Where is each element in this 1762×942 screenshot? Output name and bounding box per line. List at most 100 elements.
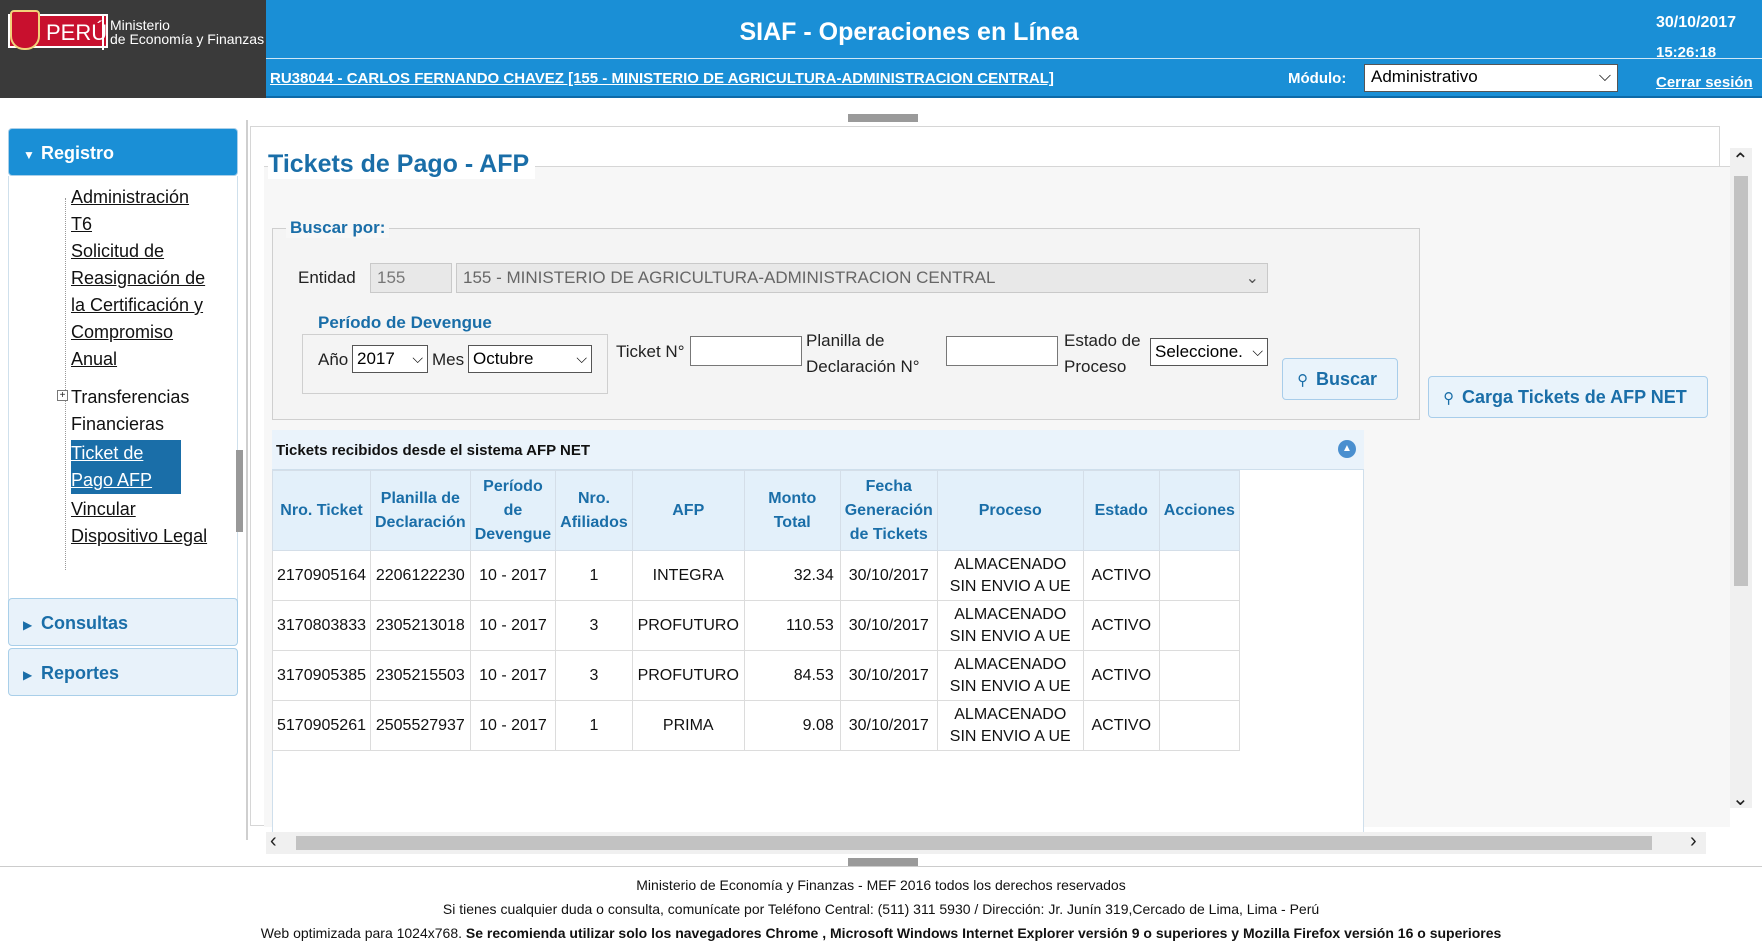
user-info-link[interactable]: RU38044 - CARLOS FERNANDO CHAVEZ [155 - … (270, 70, 1054, 87)
estado-label-line1: Estado de (1064, 331, 1141, 350)
scroll-down-icon[interactable]: ⌄ (1732, 786, 1749, 811)
column-header: AFP (631, 470, 745, 551)
chevron-down-icon: ⌵ (1252, 343, 1263, 359)
ticket-input[interactable] (690, 336, 802, 366)
anio-value: 2017 (357, 349, 395, 368)
estado-label: Estado de Proceso (1064, 328, 1141, 380)
column-header-line: Generación (844, 501, 933, 519)
table-cell[interactable] (1158, 650, 1240, 701)
entidad-label: Entidad (298, 268, 356, 287)
table-cell: ALMACENADO SIN ENVIO A UE (936, 650, 1084, 701)
column-header-line: Acciones (1163, 501, 1235, 519)
left-splitter[interactable] (246, 120, 248, 840)
planilla-label-line1: Planilla de (806, 331, 885, 350)
logo-country: PERÚ (46, 20, 108, 45)
table-cell: 2206122230 (369, 550, 471, 601)
accordion-consultas-label: Consultas (41, 613, 129, 633)
sidebar-scrollbar[interactable] (236, 450, 243, 532)
scroll-up-icon[interactable]: ⌃ (1732, 148, 1749, 173)
table-cell: 30/10/2017 (839, 700, 938, 751)
column-header-line: Proceso (978, 501, 1042, 519)
footer-line1: Ministerio de Economía y Finanzas - MEF … (636, 877, 1126, 893)
carga-tickets-label: Carga Tickets de AFP NET (1462, 387, 1687, 407)
logo-ministry: Ministerio de Economía y Finanzas (110, 18, 264, 46)
accordion-registro[interactable]: ▼ Registro (8, 128, 238, 176)
table-cell[interactable] (1158, 700, 1240, 751)
table-cell: PROFUTURO (631, 600, 745, 651)
footer-line3-bold: Se recomienda utilizar solo los navegado… (465, 925, 1502, 941)
planilla-input[interactable] (946, 336, 1058, 366)
table-cell: 10 - 2017 (469, 700, 557, 751)
table-cell: 2170905164 (272, 550, 371, 601)
top-resize-handle[interactable] (848, 114, 918, 122)
mef-logo: PERÚ Ministerio de Economía y Finanzas (0, 0, 266, 98)
registro-tree: Administración T6 Solicitud de Reasignac… (8, 176, 238, 606)
entidad-select: 155 - MINISTERIO DE AGRICULTURA-ADMINIST… (456, 263, 1268, 293)
table-body: 2170905164 2206122230 10 - 2017 1 INTEGRA 32.… (272, 550, 1240, 751)
carga-tickets-button[interactable]: ⚲ Carga Tickets de AFP NET (1428, 376, 1708, 418)
accordion-consultas[interactable]: ▶ Consultas (8, 598, 238, 646)
horizontal-scroll-thumb[interactable] (296, 836, 1652, 850)
column-header-line: Monto Total (768, 489, 817, 531)
table-cell: 110.53 (743, 600, 841, 651)
footer-line2: Si tienes cualquier duda o consulta, com… (442, 901, 1320, 917)
table-cell: 3 (555, 650, 633, 701)
entidad-code-field: 155 (370, 263, 452, 293)
table-cell: ACTIVO (1082, 650, 1160, 701)
column-header: Nro. Afiliados (555, 470, 633, 551)
tree-item-solicitud-reasignacion[interactable]: Solicitud de Reasignación de la Certific… (71, 238, 211, 373)
tree-item-transferencias[interactable]: Transferencias Financieras (71, 384, 211, 438)
scroll-right-icon[interactable]: › (1690, 830, 1697, 853)
table-cell: ALMACENADO SIN ENVIO A UE (936, 600, 1084, 651)
app-header: PERÚ Ministerio de Economía y Finanzas S… (0, 0, 1762, 98)
chevron-down-icon: ⌵ (1598, 68, 1611, 85)
tree-item-ticket-pago-afp[interactable]: Ticket de Pago AFP (71, 440, 181, 494)
search-legend: Buscar por: (286, 218, 390, 238)
planilla-label-line2: Declaración N° (806, 357, 920, 376)
estado-value: Seleccione. (1155, 342, 1243, 361)
table-row[interactable]: 3170803833 2305213018 10 - 2017 3 PROFUTURO 1… (272, 600, 1240, 651)
column-header-line: Planilla de (380, 489, 460, 507)
column-header: Acciones (1158, 470, 1240, 551)
vertical-scroll-thumb[interactable] (1734, 176, 1748, 586)
table-row[interactable]: 2170905164 2206122230 10 - 2017 1 INTEGRA 32.… (272, 550, 1240, 601)
table-row[interactable]: 5170905261 2505527937 10 - 2017 1 PRIMA 9.08 3… (272, 700, 1240, 751)
table-cell: 30/10/2017 (839, 600, 938, 651)
expand-plus-icon[interactable]: + (57, 390, 68, 401)
chevron-down-icon: ⌵ (576, 350, 587, 366)
column-header-line: Nro. Ticket (280, 501, 363, 519)
estado-select[interactable]: Seleccione. ⌵ (1150, 338, 1268, 366)
coat-of-arms-icon (10, 10, 40, 50)
column-header-line: Afiliados (560, 513, 628, 531)
table-header-row: Nro. Ticket Planilla de Declaración Período… (272, 470, 1240, 551)
search-icon: ⚲ (1443, 390, 1454, 407)
mes-select[interactable]: Octubre ⌵ (468, 345, 592, 373)
collapse-icon[interactable]: ▲ (1338, 440, 1356, 458)
table-cell: 30/10/2017 (839, 550, 938, 601)
modulo-value: Administrativo (1371, 67, 1478, 86)
table-cell[interactable] (1158, 550, 1240, 601)
column-header-line: de (503, 501, 523, 519)
tree-item-administracion-t6[interactable]: Administración T6 (71, 184, 211, 238)
table-cell[interactable] (1158, 600, 1240, 651)
bottom-resize-handle[interactable] (848, 858, 918, 866)
column-header-line: Declaración (374, 513, 466, 531)
column-header-line: de Tickets (849, 525, 928, 543)
buscar-button[interactable]: ⚲ Buscar (1282, 358, 1398, 400)
table-row[interactable]: 3170905385 2305215503 10 - 2017 3 PROFUTURO 8… (272, 650, 1240, 701)
accordion-reportes[interactable]: ▶ Reportes (8, 648, 238, 696)
page-title: Tickets de Pago - AFP (268, 150, 536, 179)
table-cell: 3 (555, 600, 633, 651)
table-cell: 30/10/2017 (839, 650, 938, 701)
footer: Ministerio de Economía y Finanzas - MEF … (0, 866, 1762, 942)
logo-ministry-line2: de Economía y Finanzas (110, 31, 265, 47)
anio-select[interactable]: 2017 ⌵ (352, 345, 428, 373)
buscar-button-label: Buscar (1316, 369, 1378, 389)
scroll-left-icon[interactable]: ‹ (270, 830, 277, 853)
column-header-line: Estado (1094, 501, 1148, 519)
modulo-select[interactable]: Administrativo ⌵ (1364, 64, 1618, 92)
column-header-line: Nro. (577, 489, 610, 507)
tree-item-vincular-dispositivo[interactable]: Vincular Dispositivo Legal (71, 496, 211, 550)
column-header: Nro. Ticket (272, 470, 371, 551)
logout-link[interactable]: Cerrar sesión (1656, 74, 1753, 91)
